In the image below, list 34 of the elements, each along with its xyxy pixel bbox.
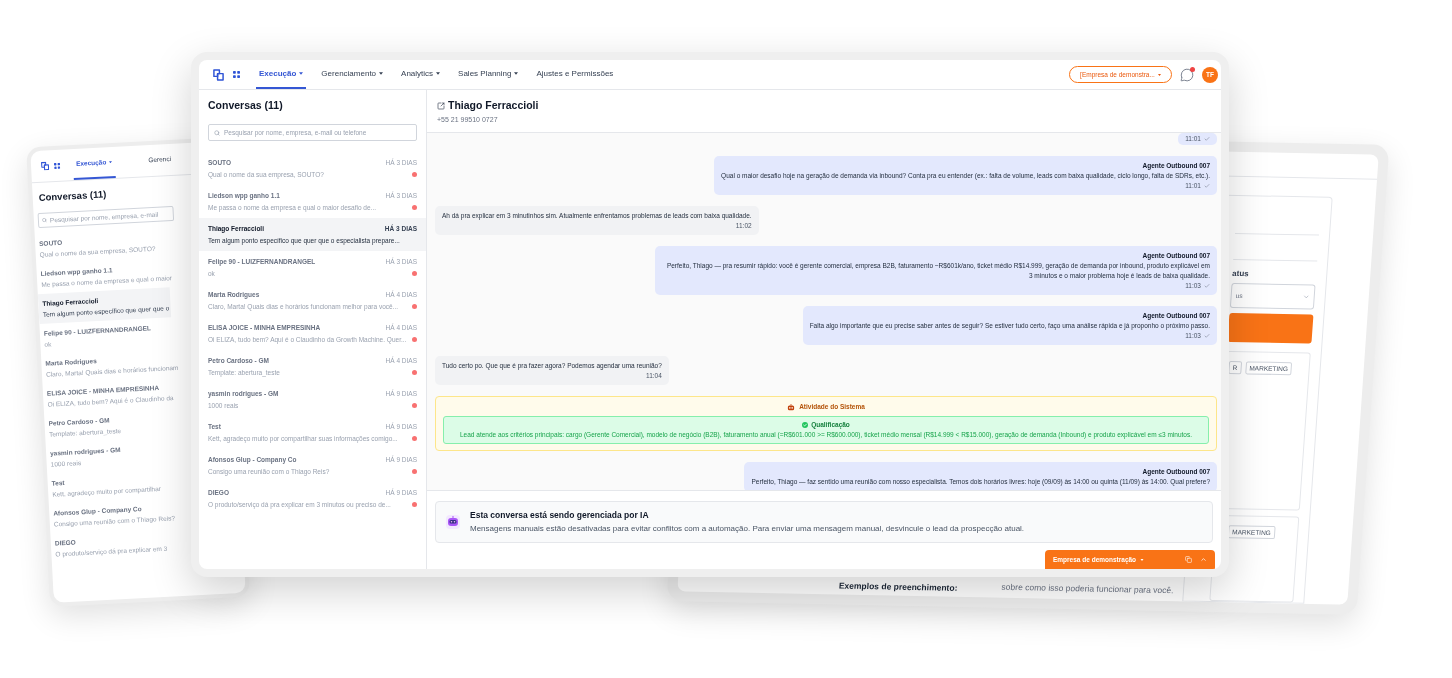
status-label: atus: [1231, 268, 1250, 281]
examples-label: Exemplos de preenchimento:: [838, 580, 958, 593]
ai-notice-title: Esta conversa está sendo gerenciada por IA: [470, 510, 650, 521]
logo-icon: [40, 161, 50, 171]
nav-tab[interactable]: Ajustes e Permissões: [533, 60, 617, 89]
robot-icon: [445, 514, 461, 530]
grid-icon: [233, 71, 240, 78]
check-icon: [1204, 135, 1210, 142]
external-link-icon[interactable]: [437, 101, 445, 110]
contact-title: Thiago Ferraccioli: [448, 99, 539, 112]
logo-icon: [213, 68, 224, 81]
caret-icon: [1140, 558, 1145, 561]
search-icon: [214, 129, 220, 136]
copy-icon[interactable]: [1185, 556, 1192, 563]
caret-icon: [1157, 73, 1161, 76]
check-icon: [1204, 332, 1210, 339]
nav-tab[interactable]: Gerenciamento: [318, 60, 387, 89]
ai-notice-text: Mensagens manuais estão desativadas para evitar conflitos com a automação. Para enviar uma mensagem manual, desvincule o lead da prospecção atual.: [470, 524, 1025, 534]
nav-tab[interactable]: Analytics: [398, 60, 444, 89]
panel-title: Conversas (11): [207, 98, 284, 112]
search-icon: [41, 217, 48, 223]
action-button[interactable]: [1227, 312, 1314, 344]
nav-tab[interactable]: Sales Planning: [455, 60, 522, 89]
chevron-up-icon[interactable]: [1200, 556, 1207, 563]
grid-icon: [53, 162, 61, 169]
chevron-down-icon: [1302, 293, 1310, 301]
chat-icon[interactable]: [1180, 67, 1194, 82]
check-icon: [1204, 182, 1210, 189]
check-circle-icon: [802, 422, 809, 428]
panel-title: Conversas (11): [37, 187, 108, 205]
example-text: sobre como isso poderia funcionar para você.: [1001, 581, 1174, 596]
check-icon: [1204, 282, 1210, 289]
nav-tab[interactable]: Execução: [256, 60, 307, 89]
robot-icon: [787, 403, 796, 411]
